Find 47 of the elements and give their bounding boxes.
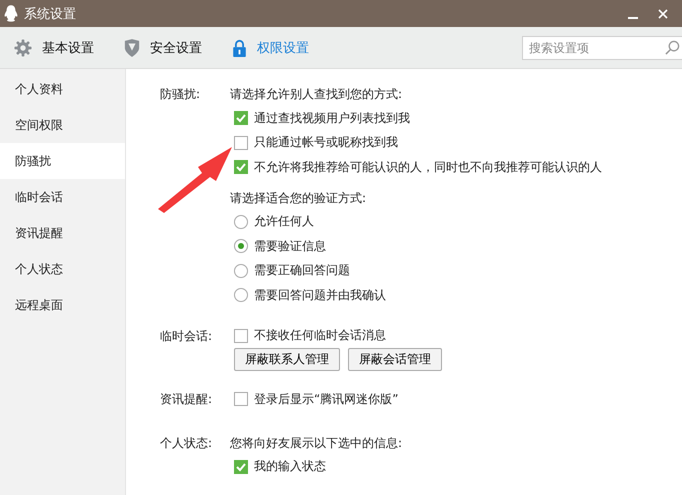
section-label: 临时会话:	[160, 328, 214, 344]
prompt-text: 您将向好友展示以下选中的信息:	[230, 434, 402, 452]
option-label: 需要正确回答问题	[254, 262, 350, 280]
option-label: 只能通过帐号或昵称找到我	[254, 134, 398, 152]
sidebar-item[interactable]: 资讯提醒	[0, 215, 125, 251]
checkbox[interactable]	[234, 136, 248, 150]
option-label: 我的输入状态	[254, 458, 326, 476]
search-field[interactable]: 搜索设置项	[522, 36, 682, 60]
close-icon[interactable]	[658, 8, 668, 18]
settings-tab[interactable]: 权限设置	[232, 34, 309, 60]
option-label: 通过查找视频用户列表找到我	[254, 110, 410, 127]
sidebar-item[interactable]: 个人资料	[0, 71, 125, 107]
sidebar-item[interactable]: 空间权限	[0, 107, 125, 143]
option-label: 登录后显示“腾讯网迷你版”	[254, 390, 398, 408]
radio-button[interactable]	[234, 288, 248, 302]
manage-button[interactable]: 屏蔽联系人管理	[234, 348, 340, 371]
window-title: 系统设置	[24, 6, 76, 22]
section-label: 资讯提醒:	[160, 391, 214, 408]
section-label: 防骚扰:	[160, 86, 202, 103]
settings-tab[interactable]: 基本设置	[14, 34, 94, 60]
gear-icon	[14, 38, 32, 56]
sidebar-item[interactable]: 个人状态	[0, 251, 125, 287]
checkbox[interactable]	[234, 460, 248, 474]
option-label: 不接收任何临时会话消息	[254, 327, 386, 344]
radio-button[interactable]	[234, 214, 248, 229]
manage-button[interactable]: 屏蔽会话管理	[348, 348, 442, 371]
option-label: 不允许将我推荐给可能认识的人，同时也不向我推荐可能认识的人	[254, 158, 602, 176]
penguin-icon	[4, 4, 18, 22]
section-label: 个人状态:	[160, 434, 214, 452]
sidebar-item[interactable]: 临时会话	[0, 179, 125, 215]
checkbox[interactable]	[234, 328, 248, 343]
option-label: 需要验证信息	[254, 238, 326, 255]
sidebar-item[interactable]: 远程桌面	[0, 287, 125, 323]
checkbox[interactable]	[234, 111, 248, 126]
radio-button[interactable]	[234, 264, 248, 278]
option-label: 允许任何人	[254, 213, 314, 230]
option-label: 需要回答问题并由我确认	[254, 286, 386, 304]
shield-icon	[124, 38, 140, 56]
prompt-text: 请选择允许别人查找到您的方式:	[230, 86, 404, 103]
checkbox[interactable]	[234, 160, 248, 174]
lock-icon	[232, 38, 247, 56]
checkbox[interactable]	[234, 392, 248, 406]
sidebar-item[interactable]: 防骚扰	[0, 143, 125, 179]
search-icon[interactable]	[665, 40, 680, 54]
radio-button[interactable]	[234, 239, 248, 254]
settings-tab[interactable]: 安全设置	[124, 34, 202, 60]
prompt-text: 请选择适合您的验证方式:	[230, 190, 368, 206]
